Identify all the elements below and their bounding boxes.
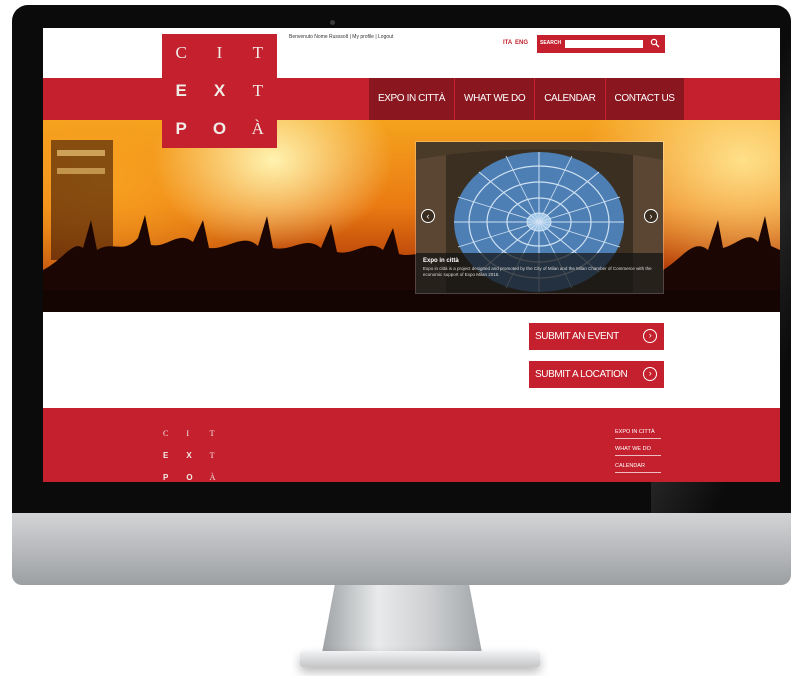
nav-item-calendar[interactable]: CALENDAR xyxy=(534,78,605,120)
logo-letter: T xyxy=(209,428,215,438)
logo-letter: T xyxy=(252,43,264,62)
logo-letter: À xyxy=(251,119,264,138)
monitor-chin xyxy=(12,513,791,585)
circle-arrow-right-icon: › xyxy=(643,367,657,381)
nav-item-contact-us[interactable]: CONTACT US xyxy=(604,78,684,120)
site-logo[interactable]: C I T E X T P O À xyxy=(162,34,277,148)
logo-letter: C xyxy=(163,428,169,438)
nav-item-expo-in-citta[interactable]: EXPO IN CITTÀ xyxy=(368,78,455,120)
logo-letter: I xyxy=(216,43,223,62)
search-box: SEARCH xyxy=(537,35,665,53)
submit-location-label: SUBMIT A LOCATION xyxy=(535,369,628,380)
logo-letter: T xyxy=(209,450,215,460)
language-ita-link[interactable]: ITA xyxy=(503,40,512,46)
nav-item-what-we-do[interactable]: WHAT WE DO xyxy=(454,78,535,120)
footer-link-what-we-do[interactable]: WHAT WE DO xyxy=(615,443,661,456)
hero-banner xyxy=(43,120,780,312)
concert-crowd-image xyxy=(43,140,780,312)
logo-letter: O xyxy=(212,119,227,138)
nav-menu: EXPO IN CITTÀ WHAT WE DO CALENDAR CONTAC… xyxy=(368,78,684,120)
camera-icon xyxy=(330,20,335,25)
submit-event-label: SUBMIT AN EVENT xyxy=(535,331,619,342)
circle-arrow-right-icon: › xyxy=(643,329,657,343)
logo-letter: E xyxy=(163,450,169,460)
caption-text: Expo in città is a project designed and … xyxy=(423,266,652,277)
top-bar: Benvenuto Nome Russsolt | My profile | L… xyxy=(43,28,780,78)
logo-letter: X xyxy=(213,81,226,100)
chevron-left-icon[interactable]: ‹ xyxy=(421,209,435,223)
footer-link-calendar[interactable]: CALENDAR xyxy=(615,460,661,473)
logo-letter: I xyxy=(186,428,189,438)
footer-links: EXPO IN CITTÀ WHAT WE DO CALENDAR xyxy=(615,426,661,477)
logo-letter: À xyxy=(209,472,216,482)
slider-caption: Expo in città Expo in città is a project… xyxy=(416,253,663,293)
chevron-right-icon[interactable]: › xyxy=(644,209,658,223)
search-input[interactable] xyxy=(565,40,643,48)
language-eng-link[interactable]: ENG xyxy=(515,40,528,46)
search-label: SEARCH xyxy=(540,40,562,46)
submit-location-button[interactable]: SUBMIT A LOCATION › xyxy=(529,361,664,388)
caption-title: Expo in città xyxy=(423,258,459,264)
search-icon[interactable] xyxy=(650,38,660,48)
logo-letter: X xyxy=(186,450,192,460)
logo-letter: P xyxy=(163,472,169,482)
logo-letter: E xyxy=(175,81,187,100)
logo-letter: P xyxy=(175,119,187,138)
logo-letter: T xyxy=(252,81,264,100)
monitor-stand xyxy=(322,585,482,653)
image-slider[interactable]: ‹ › Expo in città Expo in città is a pro… xyxy=(416,142,663,293)
footer-logo[interactable]: C I T E X T P O À xyxy=(163,422,233,482)
submit-event-button[interactable]: SUBMIT AN EVENT › xyxy=(529,323,664,350)
footer-link-expo-in-citta[interactable]: EXPO IN CITTÀ xyxy=(615,426,661,439)
main-navbar: EXPO IN CITTÀ WHAT WE DO CALENDAR CONTAC… xyxy=(43,78,780,120)
logo-letter: O xyxy=(186,472,193,482)
site-footer: C I T E X T P O À EXPO IN CITTÀ WHAT WE … xyxy=(43,408,780,482)
monitor-stand-foot xyxy=(300,651,540,667)
website-screen: Benvenuto Nome Russsolt | My profile | L… xyxy=(43,28,780,482)
logo-letter: C xyxy=(175,43,187,62)
welcome-text[interactable]: Benvenuto Nome Russsolt | My profile | L… xyxy=(289,34,393,40)
